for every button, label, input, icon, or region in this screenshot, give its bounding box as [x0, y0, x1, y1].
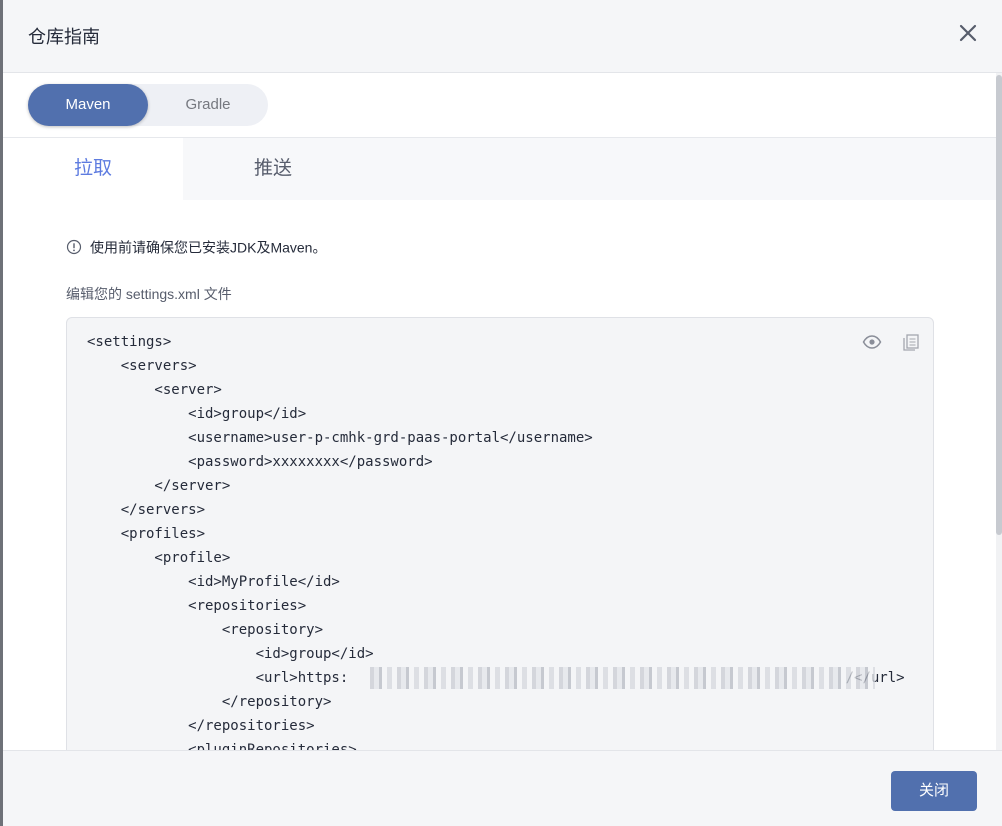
- code-content: <settings> <servers> <server> <id>group<…: [87, 330, 905, 762]
- redacted-url: [365, 667, 875, 689]
- tab-push[interactable]: 推送: [183, 138, 363, 200]
- code-line: <server>: [87, 382, 222, 398]
- code-line: <username>user-p-cmhk-grd-paas-portal</u…: [87, 430, 593, 446]
- code-line: <settings>: [87, 334, 172, 350]
- settings-file-label: 编辑您的 settings.xml 文件: [66, 286, 232, 302]
- close-button[interactable]: 关闭: [891, 771, 977, 811]
- code-line: <id>group</id>: [87, 646, 374, 662]
- close-icon[interactable]: [956, 21, 980, 45]
- code-line: <id>group</id>: [87, 406, 307, 422]
- maven-option[interactable]: Maven: [28, 84, 148, 126]
- code-line: <profiles>: [87, 526, 206, 542]
- build-tool-switch: Maven Gradle: [28, 84, 268, 126]
- gradle-option[interactable]: Gradle: [148, 84, 268, 126]
- code-line: <id>MyProfile</id>: [87, 574, 340, 590]
- code-line: </repository>: [87, 694, 332, 710]
- code-line: <profile>: [87, 550, 231, 566]
- info-circle-icon: [66, 240, 82, 255]
- eye-icon[interactable]: [862, 332, 882, 352]
- copy-icon[interactable]: [901, 332, 921, 352]
- code-line: <repositories>: [87, 598, 307, 614]
- tab-pull[interactable]: 拉取: [3, 138, 183, 200]
- notice-text: 使用前请确保您已安装JDK及Maven。: [90, 239, 327, 256]
- dialog-header: 仓库指南: [3, 0, 1002, 73]
- repository-guide-dialog: 仓库指南 Maven Gradle 拉取 推送 使用前请确保您已安装JDK及Ma…: [3, 0, 1002, 826]
- scrollbar-thumb[interactable]: [996, 75, 1002, 535]
- notice: 使用前请确保您已安装JDK及Maven。: [66, 236, 326, 256]
- code-line: <repository>: [87, 622, 324, 638]
- code-line: </server>: [87, 478, 231, 494]
- tab-bar: 拉取 推送: [3, 138, 1002, 200]
- dialog-footer: 关闭: [3, 750, 1002, 826]
- code-line: </repositories>: [87, 718, 315, 734]
- build-tool-bar: Maven Gradle: [3, 73, 1002, 138]
- dialog-title: 仓库指南: [28, 27, 100, 47]
- code-line: <password>xxxxxxxx</password>: [87, 454, 433, 470]
- code-line: </servers>: [87, 502, 206, 518]
- code-line: <servers>: [87, 358, 197, 374]
